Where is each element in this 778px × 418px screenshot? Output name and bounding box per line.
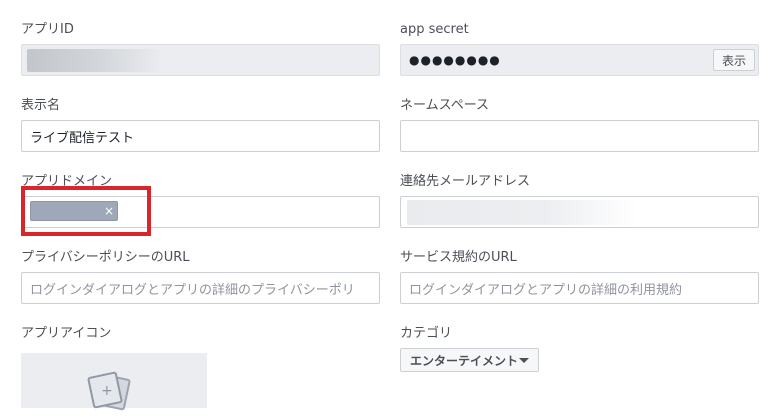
privacy-url-input[interactable]: ログインダイアログとアプリの詳細のプライバシーポリ (21, 272, 380, 304)
app-id-label: アプリID (21, 22, 74, 37)
privacy-url-placeholder: ログインダイアログとアプリの詳細のプライバシーポリ (30, 282, 355, 298)
show-secret-button[interactable]: 表示 (713, 49, 755, 71)
svg-text:+: + (101, 383, 113, 399)
app-secret-value: ●●●●●●●● (409, 53, 501, 67)
contact-email-label: 連絡先メールアドレス (400, 174, 531, 189)
namespace-input[interactable] (400, 120, 759, 152)
image-upload-icon: + (87, 371, 131, 411)
terms-url-placeholder: ログインダイアログとアプリの詳細の利用規約 (409, 282, 683, 298)
app-secret-field[interactable]: ●●●●●●●● (400, 44, 759, 76)
category-dropdown[interactable]: エンターテイメント (400, 348, 539, 372)
display-name-label: 表示名 (21, 98, 61, 113)
terms-url-label: サービス規約のURL (400, 250, 517, 265)
caret-down-icon (519, 358, 529, 363)
app-id-redacted (27, 49, 160, 72)
terms-url-input[interactable]: ログインダイアログとアプリの詳細の利用規約 (400, 272, 759, 304)
contact-email-input[interactable] (400, 196, 759, 228)
app-secret-label: app secret (400, 22, 469, 37)
namespace-label: ネームスペース (400, 98, 490, 113)
contact-email-redacted (407, 200, 637, 225)
app-id-field[interactable] (21, 44, 380, 76)
category-value: エンターテイメント (410, 353, 519, 368)
display-name-value: ライブ配信テスト (30, 130, 135, 146)
display-name-input[interactable]: ライブ配信テスト (21, 120, 380, 152)
app-icon-upload[interactable]: + (21, 353, 207, 411)
category-label: カテゴリ (400, 326, 453, 341)
privacy-url-label: プライバシーポリシーのURL (21, 250, 190, 265)
highlight-box (21, 186, 151, 236)
app-icon-label: アプリアイコン (21, 326, 112, 341)
